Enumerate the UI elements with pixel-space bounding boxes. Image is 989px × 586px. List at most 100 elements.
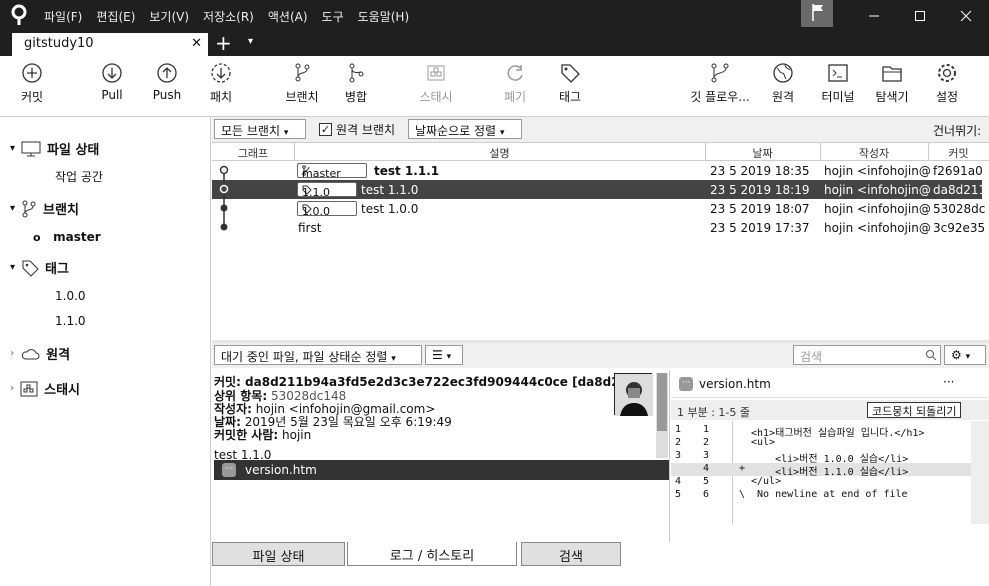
gear-icon	[938, 64, 956, 82]
terminal-button[interactable]: 터미널	[819, 62, 857, 105]
stash-button[interactable]: 스태시	[417, 62, 455, 105]
col-graph[interactable]: 그래프	[212, 145, 294, 161]
sidebar-item-master-label: master	[53, 230, 101, 244]
search-icon	[926, 350, 937, 361]
changed-file-row[interactable]: ··· version.htm	[214, 460, 669, 480]
gear-icon: ⚙	[951, 348, 962, 362]
chevron-down-icon[interactable]: ▾	[10, 203, 15, 214]
tag-name: 1.1.0	[302, 186, 330, 199]
push-icon	[157, 63, 177, 83]
commit-row-selected[interactable]: 1.1.0 test 1.1.0 23 5 2019 18:19 hojin <…	[212, 180, 986, 199]
col-date[interactable]: 날짜	[705, 145, 820, 161]
sidebar-item-workspace[interactable]: 작업 공간	[55, 168, 103, 185]
tag-button[interactable]: 태그	[557, 62, 583, 105]
remote-button[interactable]: 원격	[768, 62, 798, 105]
gitflow-button[interactable]: 깃 플로우...	[686, 62, 754, 105]
menu-tools[interactable]: 도구	[322, 8, 344, 25]
new-line-number: 2	[703, 437, 710, 448]
sidebar-tags[interactable]: ▾ 태그	[10, 258, 69, 277]
col-commit[interactable]: 커밋	[928, 145, 989, 161]
commit-row[interactable]: first 23 5 2019 17:37 hojin <infohojin@ …	[212, 218, 985, 237]
sidebar-item-tag-1-1-0[interactable]: 1.1.0	[55, 314, 86, 328]
menu-actions[interactable]: 액션(A)	[268, 8, 308, 25]
branch-filter-dropdown[interactable]: 모든 브랜치 ▾	[214, 119, 306, 139]
more-options-icon[interactable]: ···	[943, 375, 954, 389]
scrollbar-thumb[interactable]	[657, 373, 667, 431]
menu-repository[interactable]: 저장소(R)	[203, 8, 254, 25]
tab-log-history[interactable]: 로그 / 히스토리	[347, 542, 517, 566]
flag-icon	[812, 4, 823, 21]
sidebar-file-status[interactable]: ▾ 파일 상태	[10, 139, 99, 158]
app-logo-icon	[11, 4, 27, 25]
menu-view[interactable]: 보기(V)	[149, 8, 189, 25]
sidebar-item-master[interactable]: o master	[33, 230, 101, 244]
options-dropdown[interactable]: ⚙ ▾	[944, 345, 986, 365]
remote-branch-checkbox[interactable]: ✓	[319, 123, 332, 136]
revert-hunk-button[interactable]: 코드뭉치 되돌리기	[867, 402, 962, 418]
diff-scrollbar[interactable]	[971, 421, 989, 524]
view-mode-dropdown[interactable]: ☰ ▾	[425, 345, 463, 365]
repo-tab-label: gitstudy10	[24, 36, 94, 51]
sidebar-stashes[interactable]: › 스태시	[10, 379, 80, 398]
chevron-right-icon[interactable]: ›	[10, 383, 14, 394]
merge-label: 병합	[344, 90, 368, 104]
search-input[interactable]: 검색	[793, 345, 941, 365]
pull-button[interactable]: Pull	[96, 62, 128, 102]
push-button[interactable]: Push	[150, 62, 184, 102]
branch-name: master	[302, 167, 341, 180]
commit-plus-icon	[22, 63, 42, 83]
search-placeholder: 검색	[800, 350, 823, 364]
terminal-icon	[828, 64, 848, 82]
commit-row[interactable]: 1.0.0 test 1.0.0 23 5 2019 18:07 hojin <…	[212, 199, 985, 218]
add-tab-button[interactable]: +	[215, 31, 232, 55]
commit-row[interactable]: master test 1.1.1 23 5 2019 18:35 hojin …	[212, 161, 983, 180]
terminal-label: 터미널	[821, 90, 855, 104]
globe-icon	[773, 63, 793, 83]
col-description[interactable]: 설명	[294, 145, 705, 161]
file-sort-dropdown[interactable]: 대기 중인 파일, 파일 상태순 정렬 ▾	[214, 345, 422, 365]
remote-branch-toggle[interactable]: ✓ 원격 브랜치	[319, 121, 395, 138]
current-branch-icon: o	[33, 231, 41, 244]
branch-button[interactable]: 브랜치	[283, 62, 321, 105]
graph-node-head	[219, 165, 229, 175]
settings-button[interactable]: 설정	[933, 62, 961, 105]
discard-button[interactable]: 폐기	[502, 62, 528, 105]
commit-button[interactable]: 커밋	[14, 62, 50, 105]
diff-line: 33 <li>버전 1.0.0 실습</li>	[671, 450, 971, 465]
chevron-down-icon[interactable]: ▾	[10, 143, 15, 154]
stash-icon	[20, 381, 38, 396]
tab-close-icon[interactable]: ✕	[191, 36, 202, 51]
tab-list-dropdown[interactable]: ▾	[248, 36, 253, 47]
fetch-button[interactable]: 패치	[206, 62, 236, 105]
menu-edit[interactable]: 편집(E)	[96, 8, 135, 25]
flag-button[interactable]	[801, 0, 833, 27]
sidebar-branches[interactable]: ▾ 브랜치	[10, 199, 79, 218]
details-scrollbar[interactable]	[656, 373, 668, 458]
tag-icon	[561, 64, 580, 83]
tab-search[interactable]: 검색	[521, 542, 621, 566]
menu-file[interactable]: 파일(F)	[44, 8, 82, 25]
commit-date: 23 5 2019 18:35	[710, 164, 810, 178]
minimize-button[interactable]	[851, 0, 897, 31]
commit-message: test 1.1.0	[214, 448, 272, 459]
tag-icon	[22, 260, 39, 277]
maximize-button[interactable]	[897, 0, 943, 31]
chevron-right-icon[interactable]: ›	[10, 348, 14, 359]
close-window-button[interactable]	[943, 0, 989, 31]
commit-label: 커밋	[20, 90, 44, 104]
menu-help[interactable]: 도움말(H)	[358, 8, 410, 25]
tab-file-status[interactable]: 파일 상태	[212, 542, 345, 566]
col-author[interactable]: 작성자	[820, 145, 928, 161]
sidebar-item-tag-1-0-0[interactable]: 1.0.0	[55, 289, 86, 303]
chevron-down-icon[interactable]: ▾	[10, 262, 15, 273]
sort-dropdown[interactable]: 날짜순으로 정렬 ▾	[408, 119, 522, 139]
merge-button[interactable]: 병합	[343, 62, 369, 105]
sidebar-remotes[interactable]: › 원격	[10, 344, 70, 363]
file-sort-value: 대기 중인 파일, 파일 상태순 정렬	[221, 350, 388, 364]
commit-author: hojin <infohojin@	[824, 202, 931, 216]
minimize-icon	[869, 15, 879, 16]
commit-description: first	[298, 221, 322, 235]
explorer-button[interactable]: 탐색기	[873, 62, 911, 105]
repo-tab[interactable]: gitstudy10 ✕	[12, 33, 208, 56]
push-label: Push	[152, 88, 182, 102]
